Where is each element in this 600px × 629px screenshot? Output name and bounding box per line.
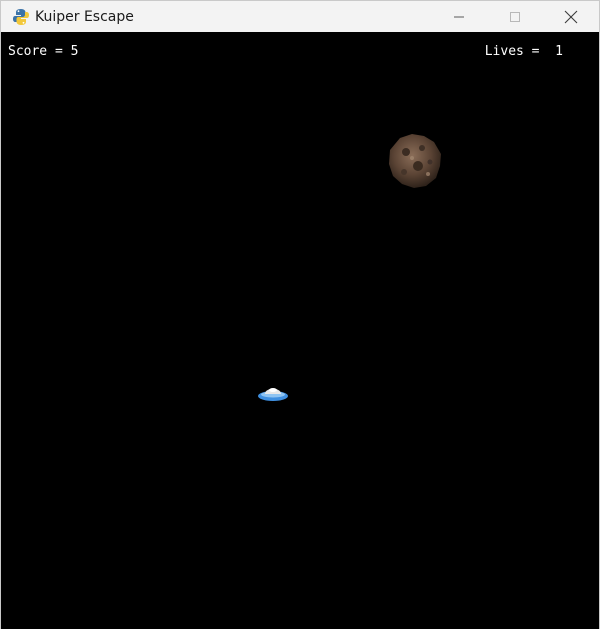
window-title: Kuiper Escape — [35, 8, 134, 25]
maximize-icon — [510, 11, 520, 22]
ufo-icon[interactable] — [256, 380, 290, 404]
title-bar[interactable]: Kuiper Escape — [1, 1, 599, 32]
app-window: Kuiper Escape Score = 5 Lives = 1 — [0, 0, 600, 629]
python-icon — [13, 8, 29, 25]
close-icon — [564, 10, 578, 23]
minimize-button[interactable] — [431, 1, 487, 32]
window-controls — [431, 1, 599, 32]
minimize-icon — [454, 16, 464, 17]
close-button[interactable] — [543, 1, 599, 32]
game-canvas[interactable]: Score = 5 Lives = 1 — [1, 32, 599, 629]
score-label: Score = 5 — [8, 44, 79, 59]
asteroid-icon — [389, 134, 441, 188]
maximize-button[interactable] — [487, 1, 543, 32]
lives-label: Lives = 1 — [484, 44, 563, 59]
